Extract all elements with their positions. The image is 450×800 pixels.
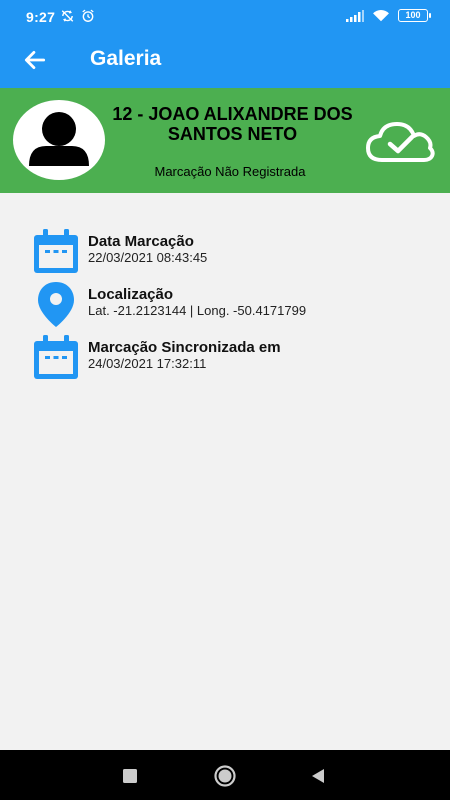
status-right-icons: 100 bbox=[346, 9, 431, 22]
app-bar: Galeria bbox=[0, 30, 450, 88]
alarm-icon bbox=[82, 9, 94, 22]
detail-value: Lat. -21.2123144 | Long. -50.4171799 bbox=[88, 303, 307, 318]
detail-row-localizacao: Localização Lat. -21.2123144 | Long. -50… bbox=[31, 280, 306, 330]
wifi-icon bbox=[373, 10, 389, 22]
detail-title: Marcação Sincronizada em bbox=[88, 339, 281, 356]
sync-button[interactable] bbox=[364, 120, 436, 164]
details-content: Data Marcação 22/03/2021 08:43:45 Locali… bbox=[0, 193, 450, 750]
back-button[interactable] bbox=[22, 47, 48, 73]
detail-value: 22/03/2021 08:43:45 bbox=[88, 250, 208, 265]
detail-value: 24/03/2021 17:32:11 bbox=[88, 356, 207, 371]
status-time: 9:27 bbox=[26, 9, 56, 25]
recents-icon bbox=[123, 769, 137, 783]
back-icon bbox=[312, 769, 324, 783]
signal-icon bbox=[346, 9, 364, 22]
page-title: Galeria bbox=[90, 47, 162, 70]
detail-row-sincronizada: Marcação Sincronizada em 24/03/2021 17:3… bbox=[31, 333, 281, 383]
avatar bbox=[13, 100, 105, 180]
employee-name: 12 - JOAO ALIXANDRE DOS SANTOS NETO bbox=[112, 104, 353, 144]
employee-banner: 12 - JOAO ALIXANDRE DOS SANTOS NETO Marc… bbox=[0, 88, 450, 193]
calendar-icon bbox=[34, 229, 78, 273]
battery-icon: 100 bbox=[398, 9, 431, 22]
location-pin-icon bbox=[38, 282, 74, 327]
cloud-check-icon bbox=[366, 122, 435, 162]
detail-title: Localização bbox=[88, 286, 174, 303]
arrow-back-icon bbox=[24, 51, 46, 69]
status-left-icons bbox=[60, 9, 95, 23]
home-icon bbox=[214, 765, 236, 787]
registration-status: Marcação Não Registrada bbox=[154, 164, 306, 179]
sync-off-icon bbox=[61, 10, 74, 22]
recents-button[interactable] bbox=[118, 764, 142, 788]
battery-level: 100 bbox=[405, 10, 421, 20]
calendar-icon bbox=[34, 335, 78, 379]
detail-title: Data Marcação bbox=[88, 233, 194, 250]
system-back-button[interactable] bbox=[306, 764, 330, 788]
person-icon bbox=[29, 112, 89, 166]
navigation-bar bbox=[0, 750, 450, 800]
detail-row-data-marcacao: Data Marcação 22/03/2021 08:43:45 bbox=[31, 227, 207, 277]
home-button[interactable] bbox=[213, 764, 237, 788]
status-bar: 9:27 100 bbox=[0, 0, 450, 30]
